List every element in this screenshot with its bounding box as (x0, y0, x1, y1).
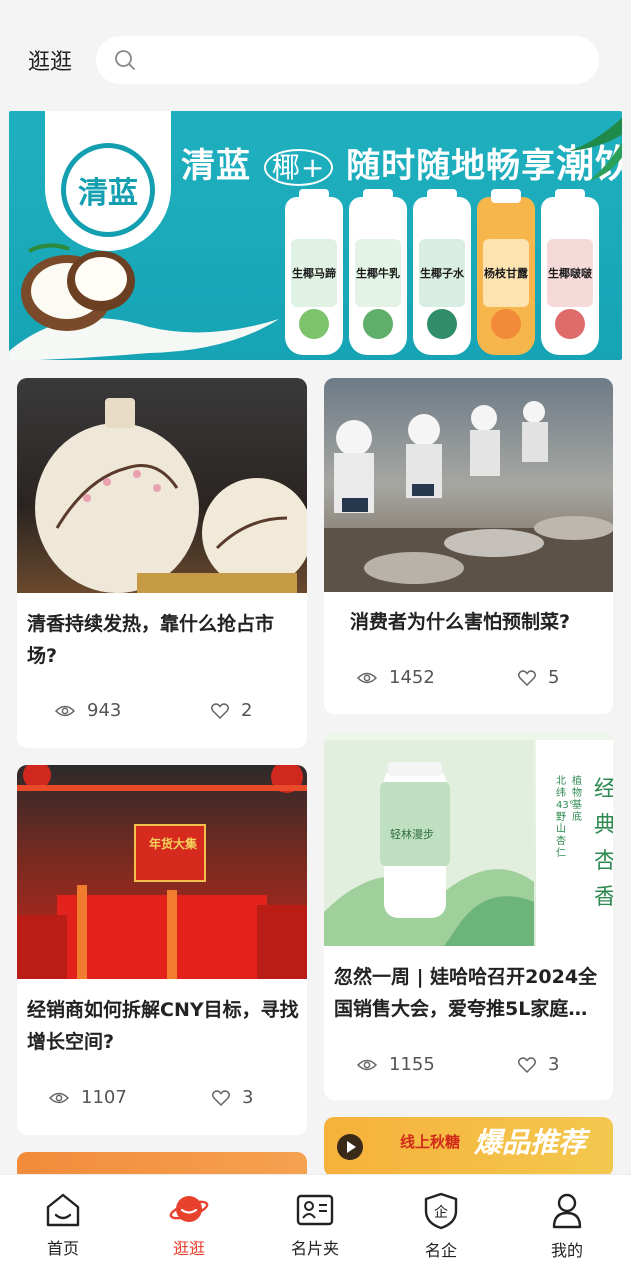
article-title: 消费者为什么害怕预制菜? (350, 611, 571, 633)
view-count: 943 (87, 700, 122, 721)
nav-label: 名企 (424, 1241, 457, 1260)
home-icon (46, 1193, 80, 1227)
search-box[interactable] (96, 36, 599, 84)
bottom-navigation: 首页 逛逛 名片夹 企 名企 我的 (0, 1174, 631, 1280)
view-count: 1155 (389, 1054, 435, 1075)
article-stats: 1107 3 (49, 1087, 289, 1111)
article-title: 忽然一周 | 娃哈哈召开2024全国销售大会，爱夸推5L家庭… (334, 966, 598, 1020)
nav-label: 逛逛 (172, 1239, 205, 1258)
article-card[interactable]: 轻林漫步 经典杏香 植物基底 北纬43°野山杏仁 忽然一周 | 娃哈哈召开202… (324, 732, 613, 1100)
nav-item-card-holder[interactable]: 名片夹 (270, 1191, 360, 1271)
article-card[interactable]: 清香持续发热，靠什么抢占市场? 943 2 (17, 378, 307, 748)
svg-text:企: 企 (434, 1204, 448, 1221)
view-count: 1107 (81, 1087, 127, 1108)
search-icon (115, 50, 135, 70)
view-count: 1452 (389, 667, 435, 688)
article-stats: 1452 5 (357, 667, 597, 691)
product-vertical-text-2: 北纬43°野山杏仁 (556, 776, 574, 859)
bottle: 生椰子水 (413, 189, 471, 355)
article-thumbnail: 年货大集 (17, 765, 307, 979)
bottle: 杨枝甘露 (477, 189, 535, 355)
ad-headline: 爆品推荐 (474, 1126, 587, 1159)
nav-label: 我的 (550, 1241, 583, 1260)
planet-icon (169, 1196, 209, 1222)
nav-item-home[interactable]: 首页 (18, 1191, 108, 1271)
nav-label: 首页 (46, 1239, 79, 1258)
nav-item-enterprise[interactable]: 企 名企 (396, 1191, 486, 1271)
like-count: 2 (241, 700, 253, 721)
ad-badge: 线上秋糖 (400, 1133, 461, 1151)
article-stats: 1155 3 (357, 1054, 597, 1078)
like-count: 3 (548, 1054, 560, 1075)
nav-label: 名片夹 (290, 1239, 339, 1258)
like-count: 3 (242, 1087, 254, 1108)
card-holder-icon (296, 1194, 334, 1226)
heart-icon[interactable] (518, 1056, 536, 1073)
nav-item-explore[interactable]: 逛逛 (144, 1191, 234, 1271)
product-bottle-label: 轻林漫步 (390, 828, 434, 841)
play-icon (337, 1134, 363, 1160)
brand-logo: 清蓝 (45, 111, 171, 251)
bottle: 生椰马蹄 (285, 189, 343, 355)
heart-icon[interactable] (518, 669, 536, 686)
eye-icon (55, 705, 75, 716)
heart-icon[interactable] (212, 1089, 230, 1106)
page-title: 逛逛 (28, 50, 73, 75)
article-thumbnail (17, 378, 307, 593)
article-stats: 943 2 (55, 700, 295, 724)
nav-item-profile[interactable]: 我的 (522, 1191, 612, 1271)
ad-card-partial[interactable]: 线上秋糖 爆品推荐 (324, 1117, 613, 1177)
article-title: 清香持续发热，靠什么抢占市场? (27, 613, 275, 667)
cny-sign-text: 年货大集 (149, 837, 198, 851)
article-thumbnail (324, 378, 613, 592)
eye-icon (49, 1092, 69, 1103)
coconut-image (9, 243, 279, 360)
profile-icon (552, 1193, 582, 1229)
palm-leaf-decoration (569, 117, 622, 181)
article-thumbnail: 轻林漫步 经典杏香 植物基底 北纬43°野山杏仁 (324, 732, 613, 946)
eye-icon (357, 1059, 377, 1070)
top-header: 逛逛 (0, 0, 631, 110)
search-input[interactable] (148, 36, 578, 84)
article-card[interactable]: 年货大集 经销商如何拆解CNY目标，寻找增长空间? 1107 3 (17, 765, 307, 1135)
eye-icon (357, 672, 377, 683)
enterprise-shield-icon: 企 (424, 1192, 458, 1230)
promo-banner[interactable]: 清蓝 清蓝 椰+ 随时随地畅享潮饮 生椰马蹄 生椰牛乳 生椰子水 (9, 111, 622, 360)
article-card[interactable]: 消费者为什么害怕预制菜? 1452 5 (324, 378, 613, 714)
banner-slogan: 清蓝 椰+ 随时随地畅享潮饮 (181, 142, 622, 186)
product-vertical-text: 植物基底 (572, 776, 582, 823)
product-side-text: 经典杏香 (594, 777, 613, 910)
like-count: 5 (548, 667, 560, 688)
bottle: 生椰牛乳 (349, 189, 407, 355)
heart-icon[interactable] (211, 702, 229, 719)
article-title: 经销商如何拆解CNY目标，寻找增长空间? (27, 999, 299, 1053)
